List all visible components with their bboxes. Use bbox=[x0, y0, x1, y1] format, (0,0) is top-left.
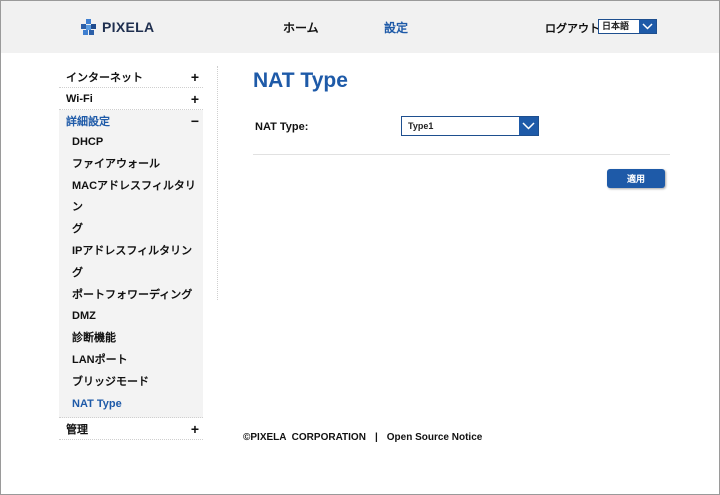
subnav-item-ip-filter[interactable]: IPアドレスフィルタリング bbox=[59, 241, 203, 285]
subnav-item-nat-type[interactable]: NAT Type bbox=[59, 394, 203, 416]
subnav-item-bridge-mode[interactable]: ブリッジモード bbox=[59, 372, 203, 394]
logout-link[interactable]: ログアウト bbox=[545, 20, 600, 36]
copyright-text: ©PIXELA CORPORATION bbox=[243, 432, 366, 443]
advanced-subnav: DHCP ファイアウォール MACアドレスフィルタリン グ IPアドレスフィルタ… bbox=[59, 132, 203, 419]
expand-plus-icon[interactable]: + bbox=[190, 69, 200, 85]
sidebar-item-label: 詳細設定 bbox=[66, 116, 110, 128]
nat-type-select-value: Type1 bbox=[408, 121, 434, 131]
footer-separator: | bbox=[374, 432, 378, 443]
pixela-logo-icon bbox=[81, 18, 96, 35]
expand-plus-icon[interactable]: + bbox=[190, 421, 200, 437]
logo-text: PIXELA bbox=[102, 19, 155, 35]
sidebar: インターネット + Wi-Fi + 詳細設定 − DHCP ファイアウォール M… bbox=[59, 66, 203, 441]
subnav-item-mac-filter-cont[interactable]: グ bbox=[59, 219, 203, 241]
subnav-item-diagnostics[interactable]: 診断機能 bbox=[59, 328, 203, 350]
nat-type-dropdown-button[interactable] bbox=[519, 117, 538, 135]
subnav-item-dmz[interactable]: DMZ bbox=[59, 306, 203, 328]
sidebar-item-label: 管理 bbox=[66, 423, 88, 436]
subnav-item-port-forwarding[interactable]: ポートフォワーディング bbox=[59, 285, 203, 307]
language-select-value: 日本語 bbox=[602, 21, 630, 31]
chevron-down-icon bbox=[522, 122, 535, 130]
nat-type-label: NAT Type: bbox=[255, 121, 309, 133]
sidebar-item-internet[interactable]: インターネット + bbox=[59, 66, 203, 88]
apply-button[interactable]: 適用 bbox=[607, 169, 665, 188]
collapse-minus-icon[interactable]: − bbox=[190, 113, 200, 129]
header: PIXELA ホーム 設定 ログアウト 日本語 bbox=[1, 1, 719, 53]
nat-type-select[interactable]: Type1 bbox=[401, 116, 539, 136]
nav-settings[interactable]: 設定 bbox=[384, 19, 408, 36]
sidebar-item-label: Wi-Fi bbox=[66, 92, 93, 105]
sidebar-item-label: インターネット bbox=[66, 71, 143, 84]
open-source-notice-link[interactable]: Open Source Notice bbox=[387, 432, 483, 443]
nav-home[interactable]: ホーム bbox=[283, 19, 319, 36]
chevron-down-icon bbox=[642, 23, 653, 30]
content-divider bbox=[253, 154, 670, 155]
language-select[interactable]: 日本語 bbox=[598, 19, 657, 34]
subnav-item-mac-filter[interactable]: MACアドレスフィルタリン bbox=[59, 176, 203, 220]
logo[interactable]: PIXELA bbox=[81, 17, 154, 37]
subnav-item-firewall[interactable]: ファイアウォール bbox=[59, 154, 203, 176]
sidebar-item-management[interactable]: 管理 + bbox=[59, 418, 203, 441]
language-dropdown-button[interactable] bbox=[639, 20, 656, 33]
sidebar-item-advanced[interactable]: 詳細設定 − bbox=[59, 110, 203, 132]
subnav-item-dhcp[interactable]: DHCP bbox=[59, 132, 203, 154]
subnav-item-lan-port[interactable]: LANポート bbox=[59, 350, 203, 372]
expand-plus-icon[interactable]: + bbox=[190, 91, 200, 107]
sidebar-divider bbox=[217, 66, 218, 300]
footer: ©PIXELA CORPORATION | Open Source Notice bbox=[243, 432, 482, 443]
page-title: NAT Type bbox=[253, 69, 348, 92]
sidebar-item-wifi[interactable]: Wi-Fi + bbox=[59, 88, 203, 110]
